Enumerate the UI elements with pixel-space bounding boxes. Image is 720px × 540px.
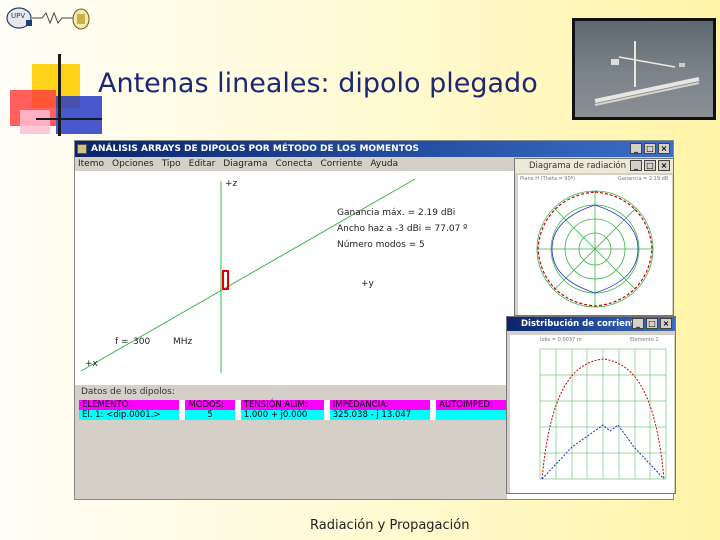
- current-distribution-window[interactable]: Distribución de corriente: _ □ × Iobs = …: [506, 316, 676, 494]
- cell-tension[interactable]: 1.000 + j0.000: [240, 410, 324, 420]
- current-window-controls: _ □ ×: [632, 318, 672, 329]
- frequency-value: 300: [133, 337, 151, 347]
- cell-modos[interactable]: 5: [185, 410, 235, 420]
- radiation-close-button[interactable]: ×: [658, 160, 670, 171]
- current-maximize-button[interactable]: □: [646, 318, 658, 329]
- menu-item-corriente[interactable]: Corriente: [320, 157, 362, 171]
- maximize-button[interactable]: □: [644, 143, 656, 154]
- radiation-plane-label: Plano H (Theta = 90º): [520, 176, 575, 182]
- decor-vertical-line: [58, 54, 61, 136]
- radiation-window-controls: _ □ ×: [630, 160, 670, 171]
- current-header-left: Iobs = 0.0037 m: [540, 337, 582, 343]
- signal-wave-icon: [32, 11, 74, 25]
- folded-dipole-icon: [594, 41, 700, 106]
- col-elemento: ELEMENTO:: [79, 400, 180, 410]
- app-title: ANÁLISIS ARRAYS DE DIPOLOS POR MÉTODO DE…: [91, 144, 419, 154]
- axis-x-label: +x: [85, 359, 98, 369]
- radiation-window-title: Diagrama de radiación: [529, 161, 627, 171]
- decor-pink-square: [20, 110, 50, 134]
- modes-readout: Número modos = 5: [337, 240, 425, 250]
- results-summary: Ganancia máx. = 2.19 dBi Ancho haz a -3 …: [337, 205, 467, 253]
- frequency-unit: MHz: [173, 337, 193, 347]
- minimize-button[interactable]: _: [630, 143, 642, 154]
- polar-plot: Plano H (Theta = 90º) Ganancia = 2.19 dB: [518, 175, 672, 315]
- crest-icon: [72, 8, 90, 30]
- table-header-row: ELEMENTO: MODOS: TENSIÓN ALIM: IMPEDANCI…: [79, 400, 507, 410]
- current-plot: Iobs = 0.0037 m Elemento 1: [510, 335, 674, 493]
- dipole-photo: [572, 18, 716, 120]
- cell-impedancia[interactable]: 325.038 - j 13.047: [329, 410, 431, 420]
- logo-text: UPV: [11, 12, 26, 20]
- menu-item-conecta[interactable]: Conecta: [275, 157, 312, 171]
- current-minimize-button[interactable]: _: [632, 318, 644, 329]
- menu-item-ayuda[interactable]: Ayuda: [370, 157, 398, 171]
- decor-horizontal-line: [36, 118, 102, 120]
- col-impedancia: IMPEDANCIA:: [329, 400, 431, 410]
- axis-y-label: +y: [361, 279, 374, 289]
- cell-autoimped[interactable]: [436, 410, 507, 420]
- col-tension: TENSIÓN ALIM:: [240, 400, 324, 410]
- radiation-gain-label: Ganancia = 2.19 dB: [618, 176, 669, 182]
- dipole-data-panel: Datos de los dipolos: ELEMENTO: MODOS: T…: [75, 385, 507, 499]
- current-curve-graphic: [539, 348, 667, 480]
- app-icon: [77, 144, 87, 154]
- current-header-right: Elemento 1: [630, 337, 659, 343]
- dipole-data-table: ELEMENTO: MODOS: TENSIÓN ALIM: IMPEDANCI…: [79, 400, 507, 420]
- radiation-minimize-button[interactable]: _: [630, 160, 642, 171]
- menu-item-itemo[interactable]: Itemo: [78, 157, 104, 171]
- close-button[interactable]: ×: [658, 143, 670, 154]
- gain-readout: Ganancia máx. = 2.19 dBi: [337, 208, 456, 218]
- col-autoimped: AUTOIMPED:: [436, 400, 507, 410]
- data-panel-title: Datos de los dipolos:: [81, 387, 175, 397]
- polar-diagram-graphic: [536, 190, 654, 308]
- current-window-title: Distribución de corriente:: [521, 319, 645, 329]
- app-titlebar[interactable]: ANÁLISIS ARRAYS DE DIPOLOS POR MÉTODO DE…: [75, 141, 673, 157]
- current-close-button[interactable]: ×: [660, 318, 672, 329]
- menu-item-editar[interactable]: Editar: [189, 157, 216, 171]
- menu-item-tipo[interactable]: Tipo: [162, 157, 181, 171]
- axis-z-label: +z: [225, 179, 238, 189]
- header-logos: UPV: [6, 6, 90, 32]
- menu-item-diagrama[interactable]: Diagrama: [223, 157, 267, 171]
- slide-footer: Radiación y Propagación: [310, 518, 470, 533]
- table-row[interactable]: El. 1: <dip.0001.> 5 1.000 + j0.000 325.…: [79, 410, 507, 420]
- dipole-element[interactable]: [222, 270, 229, 290]
- cell-elemento[interactable]: El. 1: <dip.0001.>: [79, 410, 180, 420]
- frequency-label: f =: [115, 337, 129, 347]
- radiation-pattern-window[interactable]: Diagrama de radiación _ □ × Plano H (The…: [514, 158, 674, 316]
- slide-title: Antenas lineales: dipolo plegado: [98, 68, 538, 99]
- decor-blue-square: [56, 96, 102, 134]
- col-modos: MODOS:: [185, 400, 235, 410]
- beamwidth-readout: Ancho haz a -3 dBi = 77.07 º: [337, 224, 468, 234]
- radiation-maximize-button[interactable]: □: [644, 160, 656, 171]
- app-window-controls: _ □ ×: [630, 143, 670, 154]
- menu-item-opciones[interactable]: Opciones: [112, 157, 154, 171]
